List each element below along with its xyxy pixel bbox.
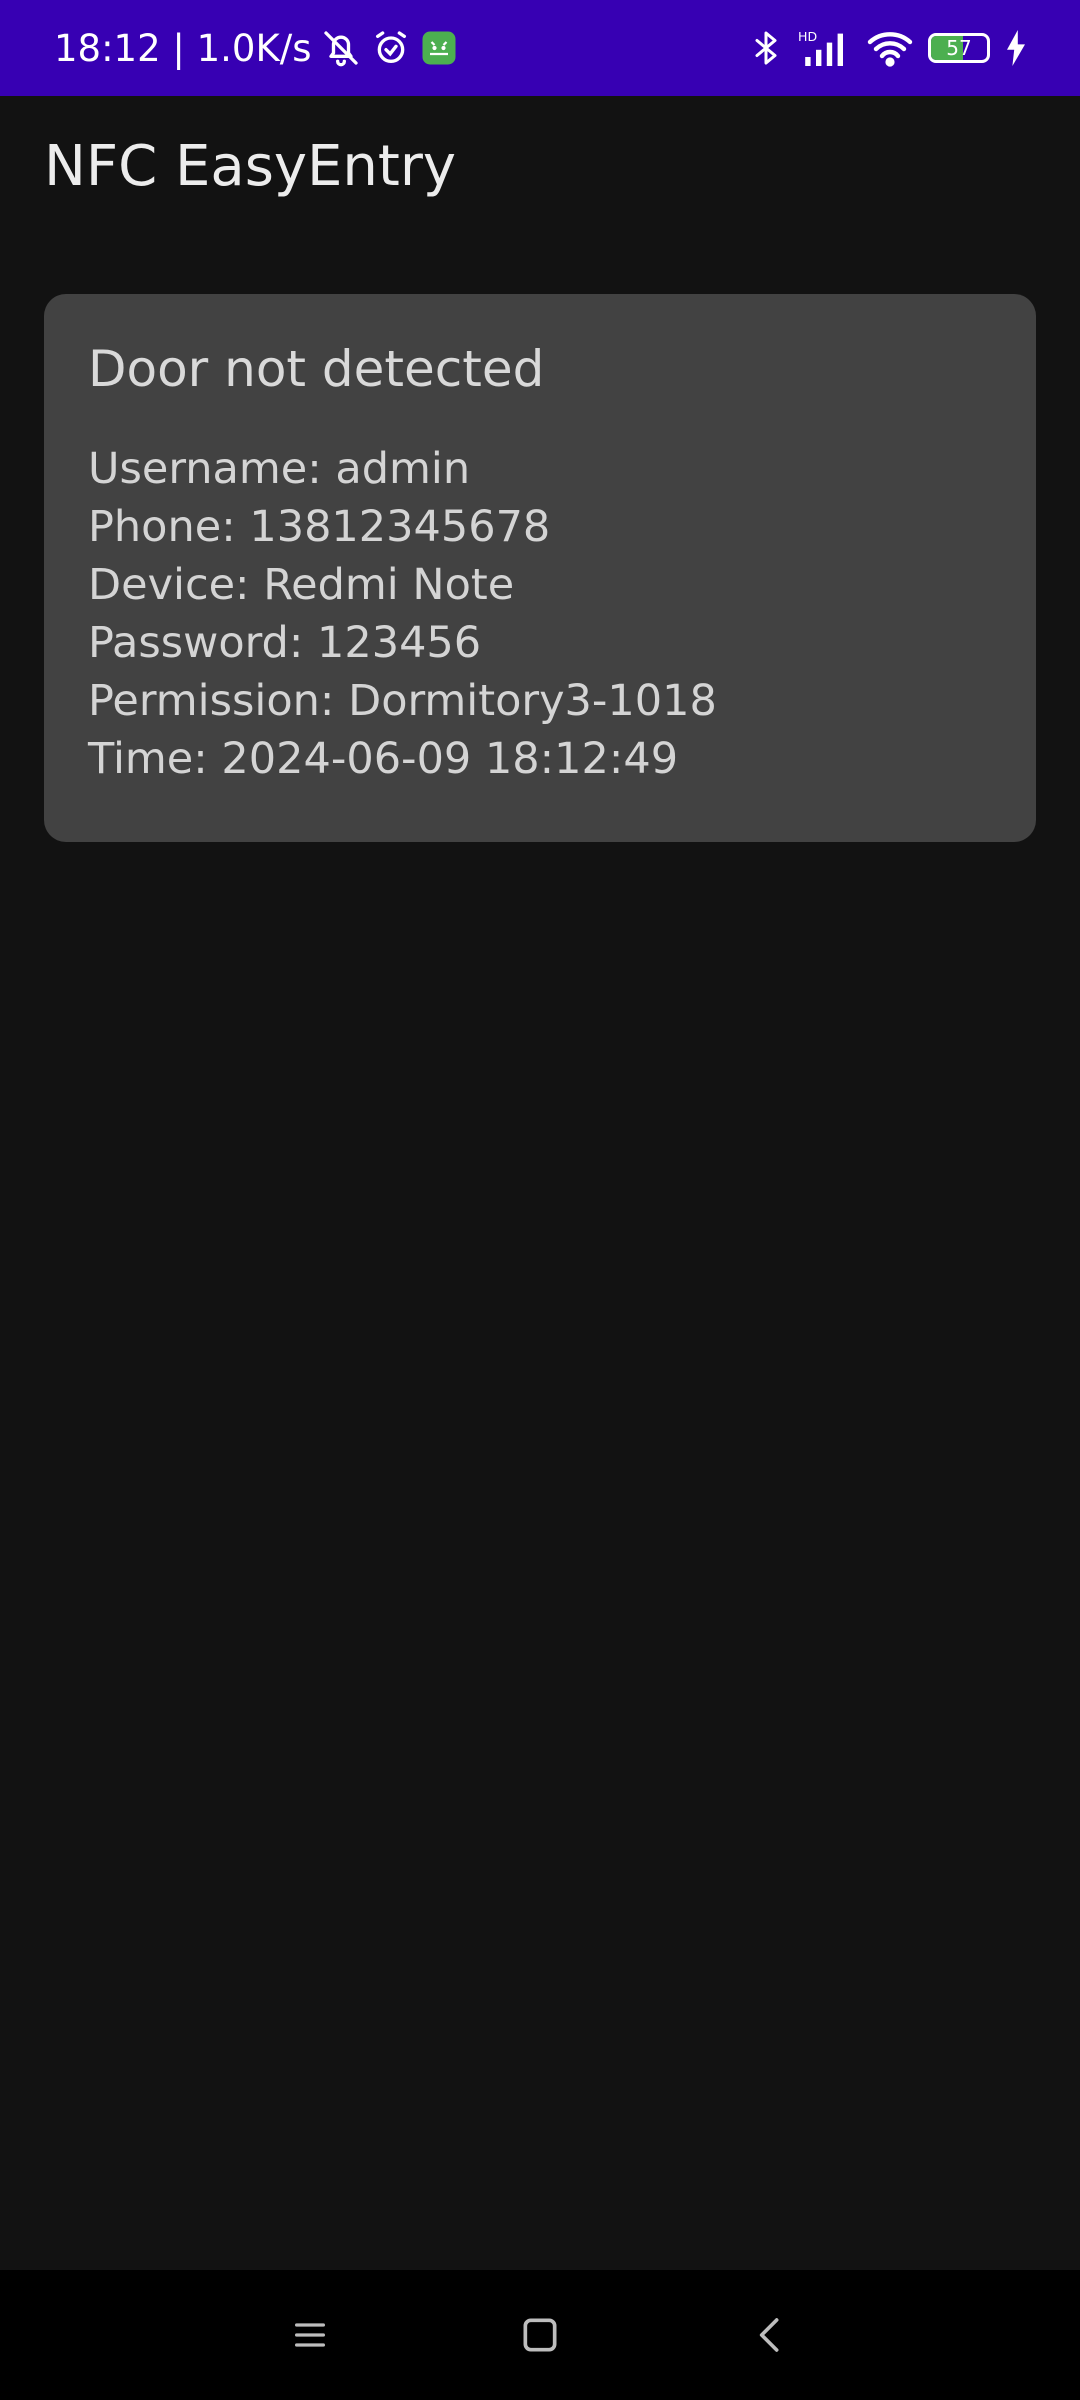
- app-title: NFC EasyEntry: [44, 134, 457, 199]
- bell-off-icon: [321, 28, 361, 68]
- door-status-card: Door not detected Username: admin Phone:…: [44, 294, 1036, 842]
- battery-icon: 57: [928, 33, 990, 63]
- home-button[interactable]: [500, 2295, 580, 2375]
- battery-level: 57: [946, 36, 972, 60]
- android-app-icon: [421, 30, 457, 66]
- home-icon: [518, 2313, 562, 2357]
- svg-text:HD: HD: [798, 29, 817, 44]
- menu-button[interactable]: [270, 2295, 350, 2375]
- navigation-bar: [0, 2270, 1080, 2400]
- status-bar: 18:12 | 1.0K/s HD 57: [0, 0, 1080, 96]
- status-left: 18:12 | 1.0K/s: [54, 0, 457, 96]
- wifi-icon: [866, 28, 914, 68]
- door-status-title: Door not detected: [88, 340, 545, 398]
- back-icon: [750, 2313, 790, 2357]
- menu-icon: [288, 2315, 332, 2355]
- status-right: HD 57: [748, 0, 1028, 96]
- permission-line: Permission: Dormitory3-1018: [88, 676, 717, 726]
- hd-signal-icon: HD: [798, 28, 852, 68]
- time-line: Time: 2024-06-09 18:12:49: [88, 734, 679, 784]
- bluetooth-icon: [748, 28, 784, 68]
- charging-icon: [1004, 30, 1028, 66]
- back-button[interactable]: [730, 2295, 810, 2375]
- password-line: Password: 123456: [88, 618, 482, 668]
- status-time-speed: 18:12 | 1.0K/s: [54, 26, 312, 70]
- alarm-icon: [371, 28, 411, 68]
- username-line: Username: admin: [88, 444, 471, 494]
- phone-line: Phone: 13812345678: [88, 502, 551, 552]
- device-line: Device: Redmi Note: [88, 560, 515, 610]
